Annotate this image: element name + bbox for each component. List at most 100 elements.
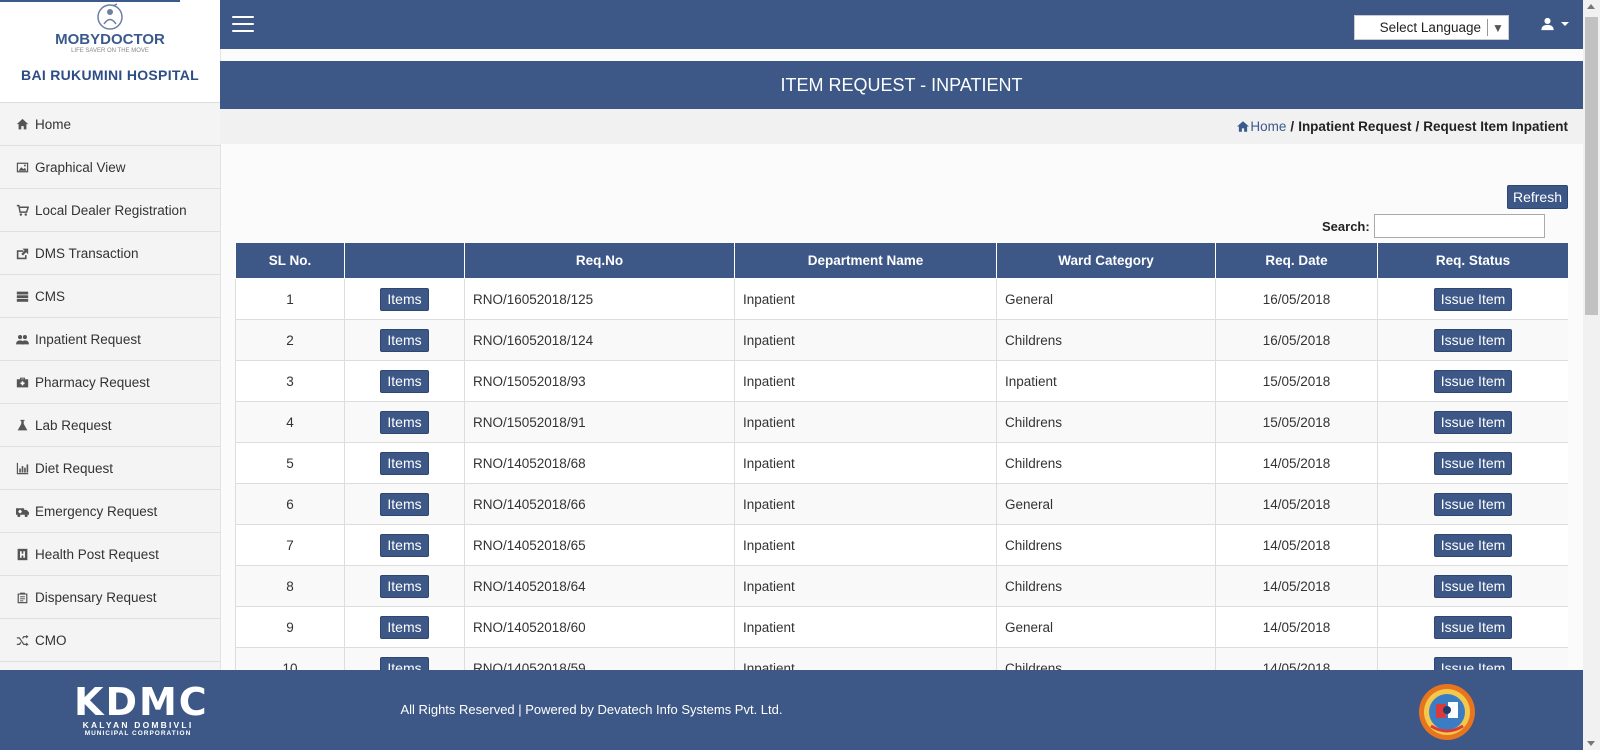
column-header-req-no[interactable]: Req.No [464,243,735,279]
items-button[interactable]: Items [380,615,429,639]
items-button[interactable]: Items [380,369,429,393]
brand-name: MOBYDOCTOR [55,31,165,48]
cell-sl-no: 6 [235,483,345,525]
cell-req-status: Issue Item [1377,442,1568,484]
items-button[interactable]: Items [380,656,429,670]
cell-req-status: Issue Item [1377,401,1568,443]
sidebar: MOBYDOCTOR LIFE SAVER ON THE MOVE BAI RU… [0,0,221,670]
issue-item-button[interactable]: Issue Item [1433,574,1513,598]
issue-item-button[interactable]: Issue Item [1433,533,1513,557]
cell-department: Inpatient [734,319,997,361]
scrollbar-thumb[interactable] [1585,17,1598,315]
cell-actions: Items [344,278,465,320]
column-header-actions[interactable] [344,243,465,279]
sidebar-item-inpatient-request[interactable]: Inpatient Request [0,318,220,361]
sidebar-item-label: CMS [35,288,65,304]
home-icon [1237,121,1250,132]
cell-req-status: Issue Item [1377,606,1568,648]
items-button[interactable]: Items [380,328,429,352]
sidebar-item-home[interactable]: Home [0,103,220,146]
user-menu[interactable] [1540,17,1569,31]
cell-department: Inpatient [734,565,997,607]
sidebar-item-diet-request[interactable]: Diet Request [0,447,220,490]
cell-sl-no: 7 [235,524,345,566]
breadcrumb-item-request-item-inpatient: Request Item Inpatient [1423,119,1568,134]
kdmc-logo-line2: MUNICIPAL CORPORATION [84,730,192,737]
cell-department: Inpatient [734,278,997,320]
issue-item-button[interactable]: Issue Item [1433,328,1513,352]
sidebar-item-dms-transaction[interactable]: DMS Transaction [0,232,220,275]
medkit-icon [15,375,29,389]
request-table: SL No. Req.No Department Name Ward Categ… [235,243,1568,670]
cell-req-date: 14/05/2018 [1215,483,1378,525]
cell-sl-no: 10 [235,647,345,670]
page-scrollbar[interactable] [1583,0,1600,750]
flask-icon [15,418,29,432]
cell-ward-category: Inpatient [996,360,1216,402]
breadcrumb-item-inpatient-request: Inpatient Request [1298,119,1412,134]
sidebar-item-health-post-request[interactable]: Health Post Request [0,533,220,576]
issue-item-button[interactable]: Issue Item [1433,656,1513,670]
sidebar-item-cms[interactable]: CMS [0,275,220,318]
cell-req-no: RNO/15052018/91 [464,401,735,443]
issue-item-button[interactable]: Issue Item [1433,410,1513,434]
breadcrumb-bar: Home / Inpatient Request / Request Item … [220,109,1583,144]
items-button[interactable]: Items [380,287,429,311]
issue-item-button[interactable]: Issue Item [1433,492,1513,516]
breadcrumb: Home / Inpatient Request / Request Item … [1237,119,1568,134]
cell-sl-no: 9 [235,606,345,648]
sidebar-item-emergency-request[interactable]: Emergency Request [0,490,220,533]
column-header-req-status[interactable]: Req. Status [1377,243,1568,279]
items-button[interactable]: Items [380,533,429,557]
cell-req-date: 15/05/2018 [1215,401,1378,443]
sidebar-item-local-dealer-registration[interactable]: Local Dealer Registration [0,189,220,232]
table-row: 2 Items RNO/16052018/124 Inpatient Childrens… [235,319,1568,361]
table-row: 7 Items RNO/14052018/65 Inpatient Childrens 1… [235,524,1568,566]
search-input[interactable] [1373,214,1545,238]
items-button[interactable]: Items [380,451,429,475]
cell-actions: Items [344,565,465,607]
cell-sl-no: 2 [235,319,345,361]
cell-req-status: Issue Item [1377,647,1568,670]
sidebar-item-pharmacy-request[interactable]: Pharmacy Request [0,361,220,404]
sidebar-item-label: Inpatient Request [35,331,141,347]
column-header-sl-no[interactable]: SL No. [235,243,345,279]
share-icon [15,246,29,260]
language-select[interactable]: Select Language ▼ [1354,15,1509,40]
cell-req-date: 15/05/2018 [1215,360,1378,402]
menu-toggle-icon[interactable] [232,16,254,33]
issue-item-button[interactable]: Issue Item [1433,287,1513,311]
cell-req-date: 14/05/2018 [1215,606,1378,648]
mobydoctor-logo-icon [97,3,123,30]
table-row: 8 Items RNO/14052018/64 Inpatient Childrens 1… [235,565,1568,607]
issue-item-button[interactable]: Issue Item [1433,451,1513,475]
sidebar-item-dispensary-request[interactable]: Dispensary Request [0,576,220,619]
sidebar-item-lab-request[interactable]: Lab Request [0,404,220,447]
column-header-department[interactable]: Department Name [734,243,997,279]
sidebar-item-cmo[interactable]: CMO [0,619,220,662]
table-row: 10 Items RNO/14052018/59 Inpatient Childrens… [235,647,1568,670]
breadcrumb-home[interactable]: Home [1237,119,1286,134]
items-button[interactable]: Items [380,492,429,516]
column-header-req-date[interactable]: Req. Date [1215,243,1378,279]
language-select-value: Select Language [1379,20,1481,35]
cell-ward-category: Childrens [996,524,1216,566]
sidebar-item-label: Diet Request [35,460,114,476]
issue-item-button[interactable]: Issue Item [1433,615,1513,639]
sidebar-item-label: Health Post Request [35,546,159,562]
scroll-up-arrow-icon[interactable] [1587,4,1595,9]
items-button[interactable]: Items [380,574,429,598]
issue-item-button[interactable]: Issue Item [1433,369,1513,393]
column-header-ward-category[interactable]: Ward Category [996,243,1216,279]
clipboard-icon [15,590,29,604]
caret-down-icon [1561,22,1569,26]
items-button[interactable]: Items [380,410,429,434]
scroll-down-arrow-icon[interactable] [1587,741,1595,746]
search-label: Search: [1322,218,1370,234]
sidebar-item-label: Emergency Request [35,503,158,519]
sidebar-item-graphical-view[interactable]: Graphical View [0,146,220,189]
sidebar-item-label: DMS Transaction [35,245,139,261]
refresh-button[interactable]: Refresh [1507,185,1568,209]
top-bar: Select Language ▼ [220,0,1583,49]
kdmc-logo: KDMC KALYAN DOMBIVLI MUNICIPAL CORPORATI… [74,683,207,738]
